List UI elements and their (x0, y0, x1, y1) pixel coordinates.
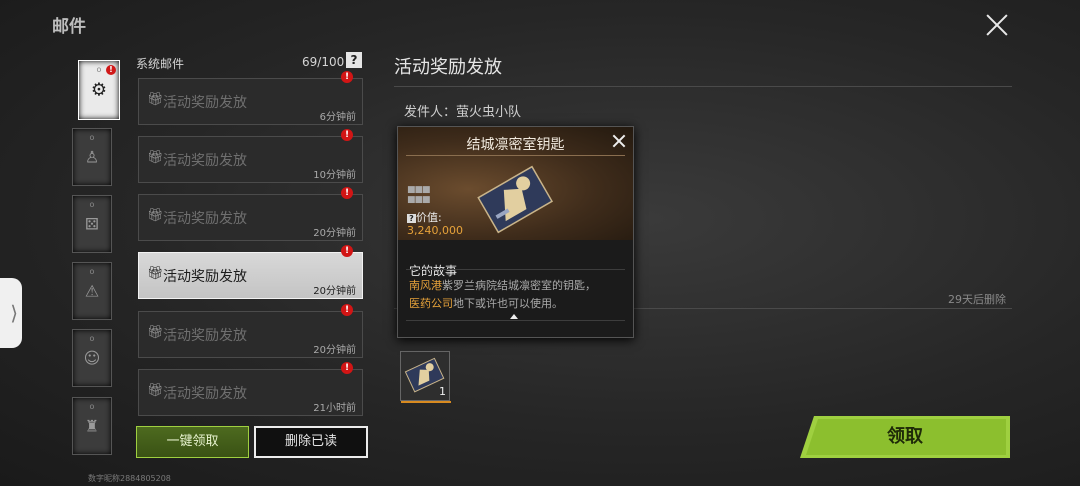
side-expand-tab[interactable]: ⟩ (0, 278, 22, 348)
mail-title: 活动奖励发放 (163, 269, 247, 285)
mail-item-selected[interactable]: 🎁︎ 活动奖励发放 20分钟前 ! (138, 245, 363, 299)
category-tab-5[interactable]: o ☺ (72, 329, 112, 387)
mail-title: 活动奖励发放 (163, 211, 247, 227)
location-highlight: 医药公司 (409, 297, 453, 310)
divider (406, 269, 625, 270)
gift-icon: 🎁︎ (147, 325, 164, 340)
delete-read-button[interactable]: 删除已读 (254, 426, 368, 458)
mail-time: 10分钟前 (313, 170, 356, 181)
story-line: 地下或许也可以使用。 (453, 297, 563, 310)
claim-all-button[interactable]: 一键领取 (136, 426, 249, 458)
mail-item[interactable]: 🎁︎ 活动奖励发放 6分钟前 ! (138, 71, 363, 125)
story-line: 紫罗兰病院结城凛密室的钥匙， (442, 279, 596, 292)
mail-item[interactable]: 🎁︎ 活动奖励发放 21小时前 ! (138, 362, 363, 416)
gift-icon: 🎁︎ (147, 266, 164, 281)
category-tab-6[interactable]: o ♜ (72, 397, 112, 455)
mail-time: 20分钟前 (313, 228, 356, 239)
mail-title: 活动奖励发放 (163, 153, 247, 169)
key-card-icon (477, 165, 554, 234)
expire-label: 29天后删除 (948, 293, 1006, 306)
category-system[interactable]: o ⚙ ! (78, 60, 120, 120)
claim-button[interactable]: 领取 (800, 416, 1010, 458)
attachment-count: 1 (439, 385, 446, 398)
pin-icon: o (89, 267, 95, 276)
claim-button-label: 领取 (887, 426, 923, 447)
location-highlight: 南风港 (409, 279, 442, 292)
mail-title: 活动奖励发放 (163, 95, 247, 111)
divider (406, 320, 625, 321)
mail-title: 活动奖励发放 (163, 328, 247, 344)
pin-icon: o (89, 402, 95, 411)
sender-label: 发件人：萤火虫小队 (404, 105, 522, 120)
gift-icon: 🎁︎ (147, 383, 164, 398)
help-icon[interactable]: ? (346, 52, 362, 68)
gift-icon: 🎁︎ (147, 208, 164, 223)
face-icon: ☺ (83, 348, 101, 368)
attachment-slot[interactable]: 1 (400, 351, 451, 403)
gift-icon: 🎁︎ (147, 150, 164, 165)
rarity-bar (401, 401, 451, 403)
help-icon: ? (407, 214, 416, 223)
mail-title: 活动奖励发放 (163, 386, 247, 402)
value-label: ? 价值: (407, 209, 442, 225)
close-icon[interactable] (612, 134, 626, 148)
unread-badge: ! (341, 71, 353, 83)
unread-badge: ! (341, 129, 353, 141)
item-tooltip: 结城凛密室钥匙 ■■■ ■■■ ? 价值: 3,240,000 它的故事 南风港紫罗… (397, 126, 634, 338)
unread-badge: ! (341, 187, 353, 199)
item-name: 结城凛密室钥匙 (466, 137, 565, 153)
mail-time: 20分钟前 (313, 345, 356, 356)
mail-detail-title: 活动奖励发放 (394, 57, 502, 78)
divider (406, 155, 625, 156)
section-label: 系统邮件 (136, 57, 185, 71)
mail-time: 20分钟前 (313, 286, 356, 297)
close-icon[interactable] (984, 12, 1010, 38)
unread-badge: ! (341, 304, 353, 316)
dice-icon: ⚄ (85, 214, 99, 234)
divider (394, 86, 1012, 87)
warning-icon: ⚠ (84, 281, 100, 301)
unread-badge: ! (106, 65, 116, 75)
grid-size-icon: ■■■ ■■■ (407, 185, 430, 205)
person-icon: ♙ (84, 147, 100, 167)
category-tab-4[interactable]: o ⚠ (72, 262, 112, 320)
user-id-label: 数字昵称2884805208 (88, 474, 171, 483)
mail-item[interactable]: 🎁︎ 活动奖励发放 20分钟前 ! (138, 187, 363, 241)
category-tab-3[interactable]: o ⚄ (72, 195, 112, 253)
category-tab-2[interactable]: o ♙ (72, 128, 112, 186)
story-text: 南风港紫罗兰病院结城凛密室的钥匙， 医药公司地下或许也可以使用。 (409, 277, 624, 313)
pin-icon: o (96, 65, 102, 74)
unread-badge: ! (341, 245, 353, 257)
item-value: 3,240,000 (407, 224, 463, 237)
mail-item[interactable]: 🎁︎ 活动奖励发放 10分钟前 ! (138, 129, 363, 183)
unread-badge: ! (341, 362, 353, 374)
mail-count: 69/100 (302, 55, 345, 69)
page-title: 邮件 (52, 17, 86, 37)
bag-icon: ♜ (84, 416, 100, 436)
gear-icon: ⚙ (90, 79, 108, 101)
pin-icon: o (89, 200, 95, 209)
gift-icon: 🎁︎ (147, 92, 164, 107)
mail-time: 21小时前 (313, 403, 356, 414)
pin-icon: o (89, 133, 95, 142)
mail-time: 6分钟前 (319, 112, 356, 123)
mail-item[interactable]: 🎁︎ 活动奖励发放 20分钟前 ! (138, 304, 363, 358)
value-label-text: 价值: (416, 211, 442, 224)
pin-icon: o (89, 334, 95, 343)
expand-arrow-icon[interactable] (510, 314, 518, 319)
